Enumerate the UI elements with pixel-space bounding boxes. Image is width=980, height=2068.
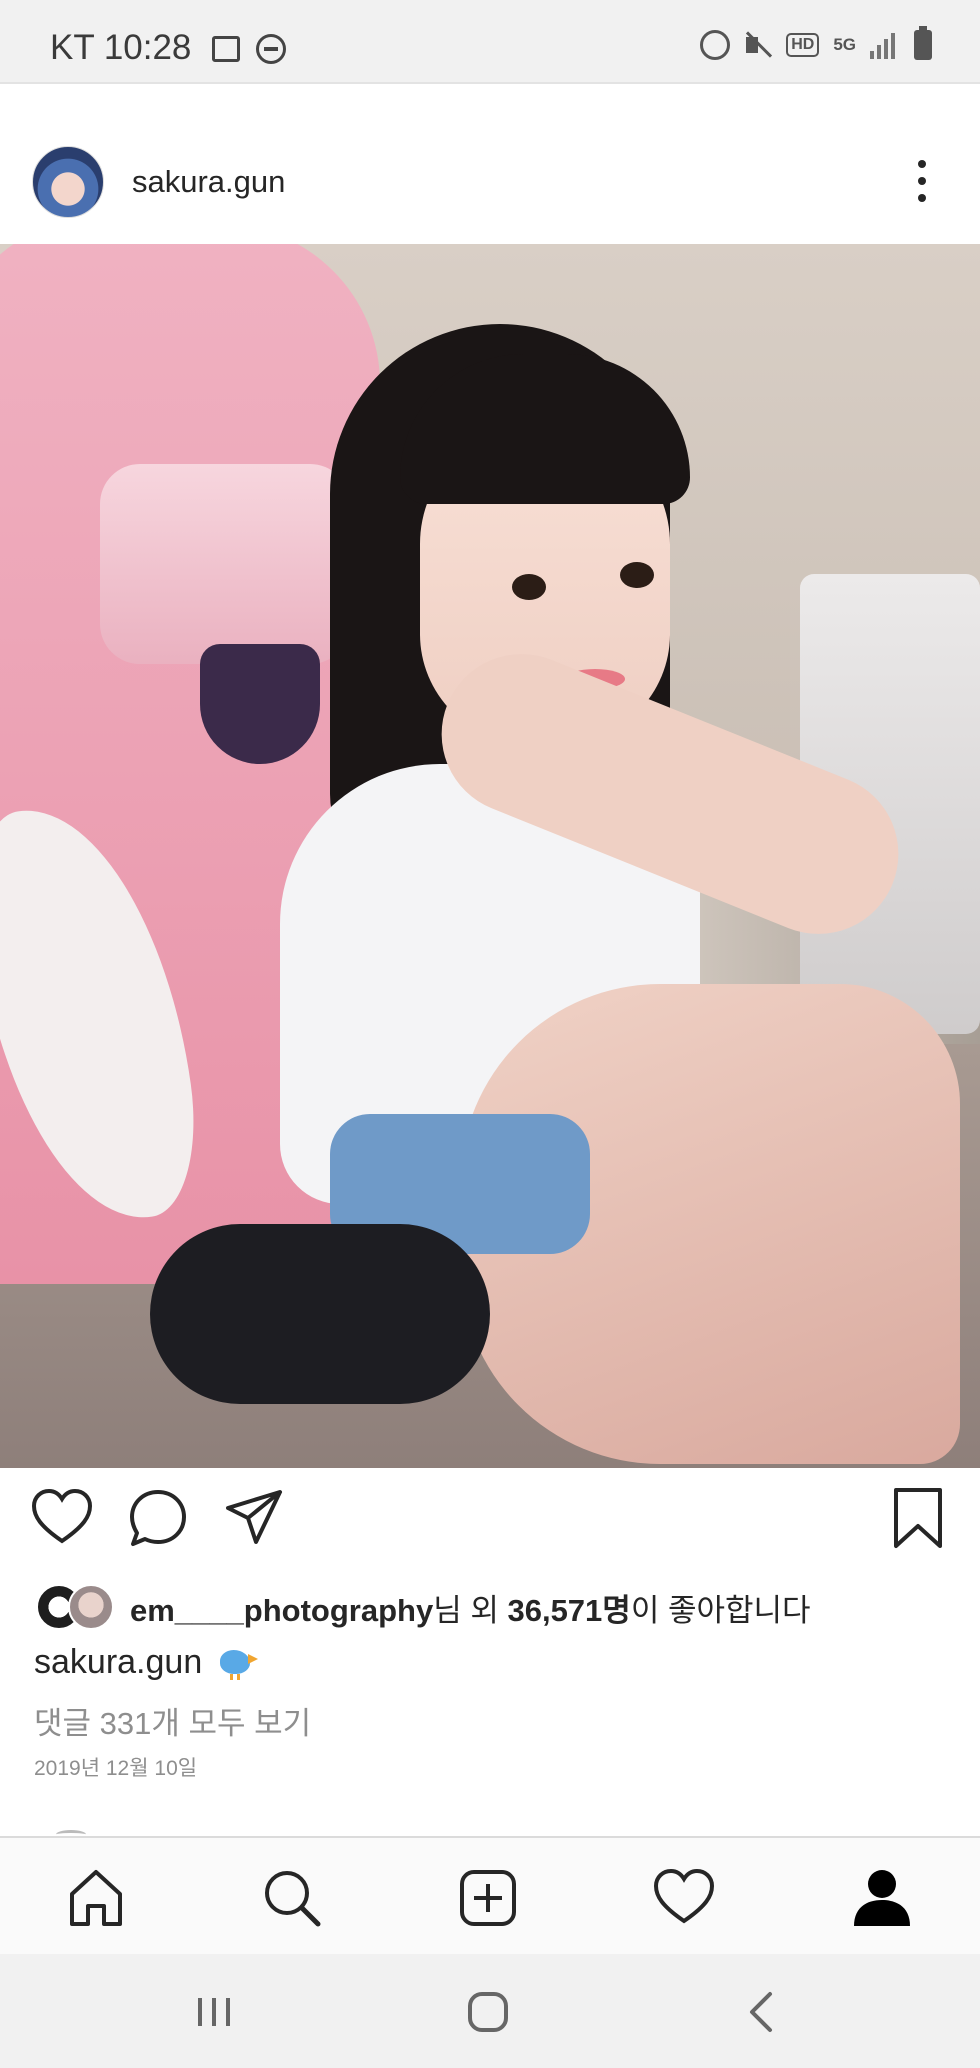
add-post-icon[interactable] xyxy=(456,1866,520,1930)
activity-heart-icon[interactable] xyxy=(652,1866,716,1930)
liker-avatars xyxy=(36,1584,118,1630)
photo-armrest xyxy=(150,1224,490,1404)
first-liker-username[interactable]: em____photography xyxy=(130,1593,433,1628)
home-icon[interactable] xyxy=(64,1866,128,1930)
profile-icon[interactable] xyxy=(850,1866,914,1930)
photo-chair-pillow xyxy=(100,464,350,664)
liker-avatar xyxy=(68,1584,114,1630)
status-icons: HD 5G xyxy=(700,26,932,60)
likes-count[interactable]: 36,571명 xyxy=(507,1593,630,1628)
bookmark-icon[interactable] xyxy=(886,1486,950,1550)
user-avatar[interactable] xyxy=(32,146,104,218)
more-options-icon[interactable] xyxy=(912,160,932,204)
recents-icon[interactable] xyxy=(186,1984,242,2040)
post-actions xyxy=(0,1486,980,1562)
likes-text: em____photography님 외 36,571명이 좋아합니다 xyxy=(130,1585,811,1630)
gallery-icon xyxy=(212,36,240,62)
hd-voice-icon: HD xyxy=(786,33,820,57)
bird-icon xyxy=(214,1642,259,1682)
signal-icon xyxy=(870,31,900,59)
bottom-navigation xyxy=(0,1836,980,1954)
likes-summary[interactable]: em____photography님 외 36,571명이 좋아합니다 xyxy=(36,1582,811,1632)
home-button-icon[interactable] xyxy=(460,1984,516,2040)
post-header: sakura.gun xyxy=(0,140,980,244)
caption-username[interactable]: sakura.gun xyxy=(34,1643,202,1682)
likes-connector: 님 외 xyxy=(433,1592,508,1628)
post-photo[interactable] xyxy=(0,244,980,1468)
photo-eye-right xyxy=(620,562,654,588)
photo-chair-logo xyxy=(200,644,320,764)
heart-icon[interactable] xyxy=(30,1486,94,1550)
likes-suffix: 이 좋아합니다 xyxy=(630,1592,811,1628)
send-icon[interactable] xyxy=(222,1486,286,1550)
post-date: 2019년 12월 10일 xyxy=(34,1757,198,1780)
post-username[interactable]: sakura.gun xyxy=(132,164,285,200)
back-icon[interactable] xyxy=(734,1984,790,2040)
status-bar: KT 10:28 HD 5G xyxy=(0,0,980,84)
5g-icon: 5G xyxy=(833,35,856,54)
photo-eye-left xyxy=(512,574,546,600)
view-all-comments-link[interactable]: 댓글 331개 모두 보기 xyxy=(34,1698,311,1743)
post-caption: sakura.gun xyxy=(34,1642,259,1682)
mute-icon xyxy=(744,31,772,59)
search-icon[interactable] xyxy=(260,1866,324,1930)
alarm-icon xyxy=(700,30,731,60)
system-navigation xyxy=(0,1954,980,2068)
status-time: KT 10:28 xyxy=(50,28,192,67)
battery-icon xyxy=(914,26,932,60)
comment-icon[interactable] xyxy=(126,1486,190,1550)
dnd-icon xyxy=(256,34,286,64)
